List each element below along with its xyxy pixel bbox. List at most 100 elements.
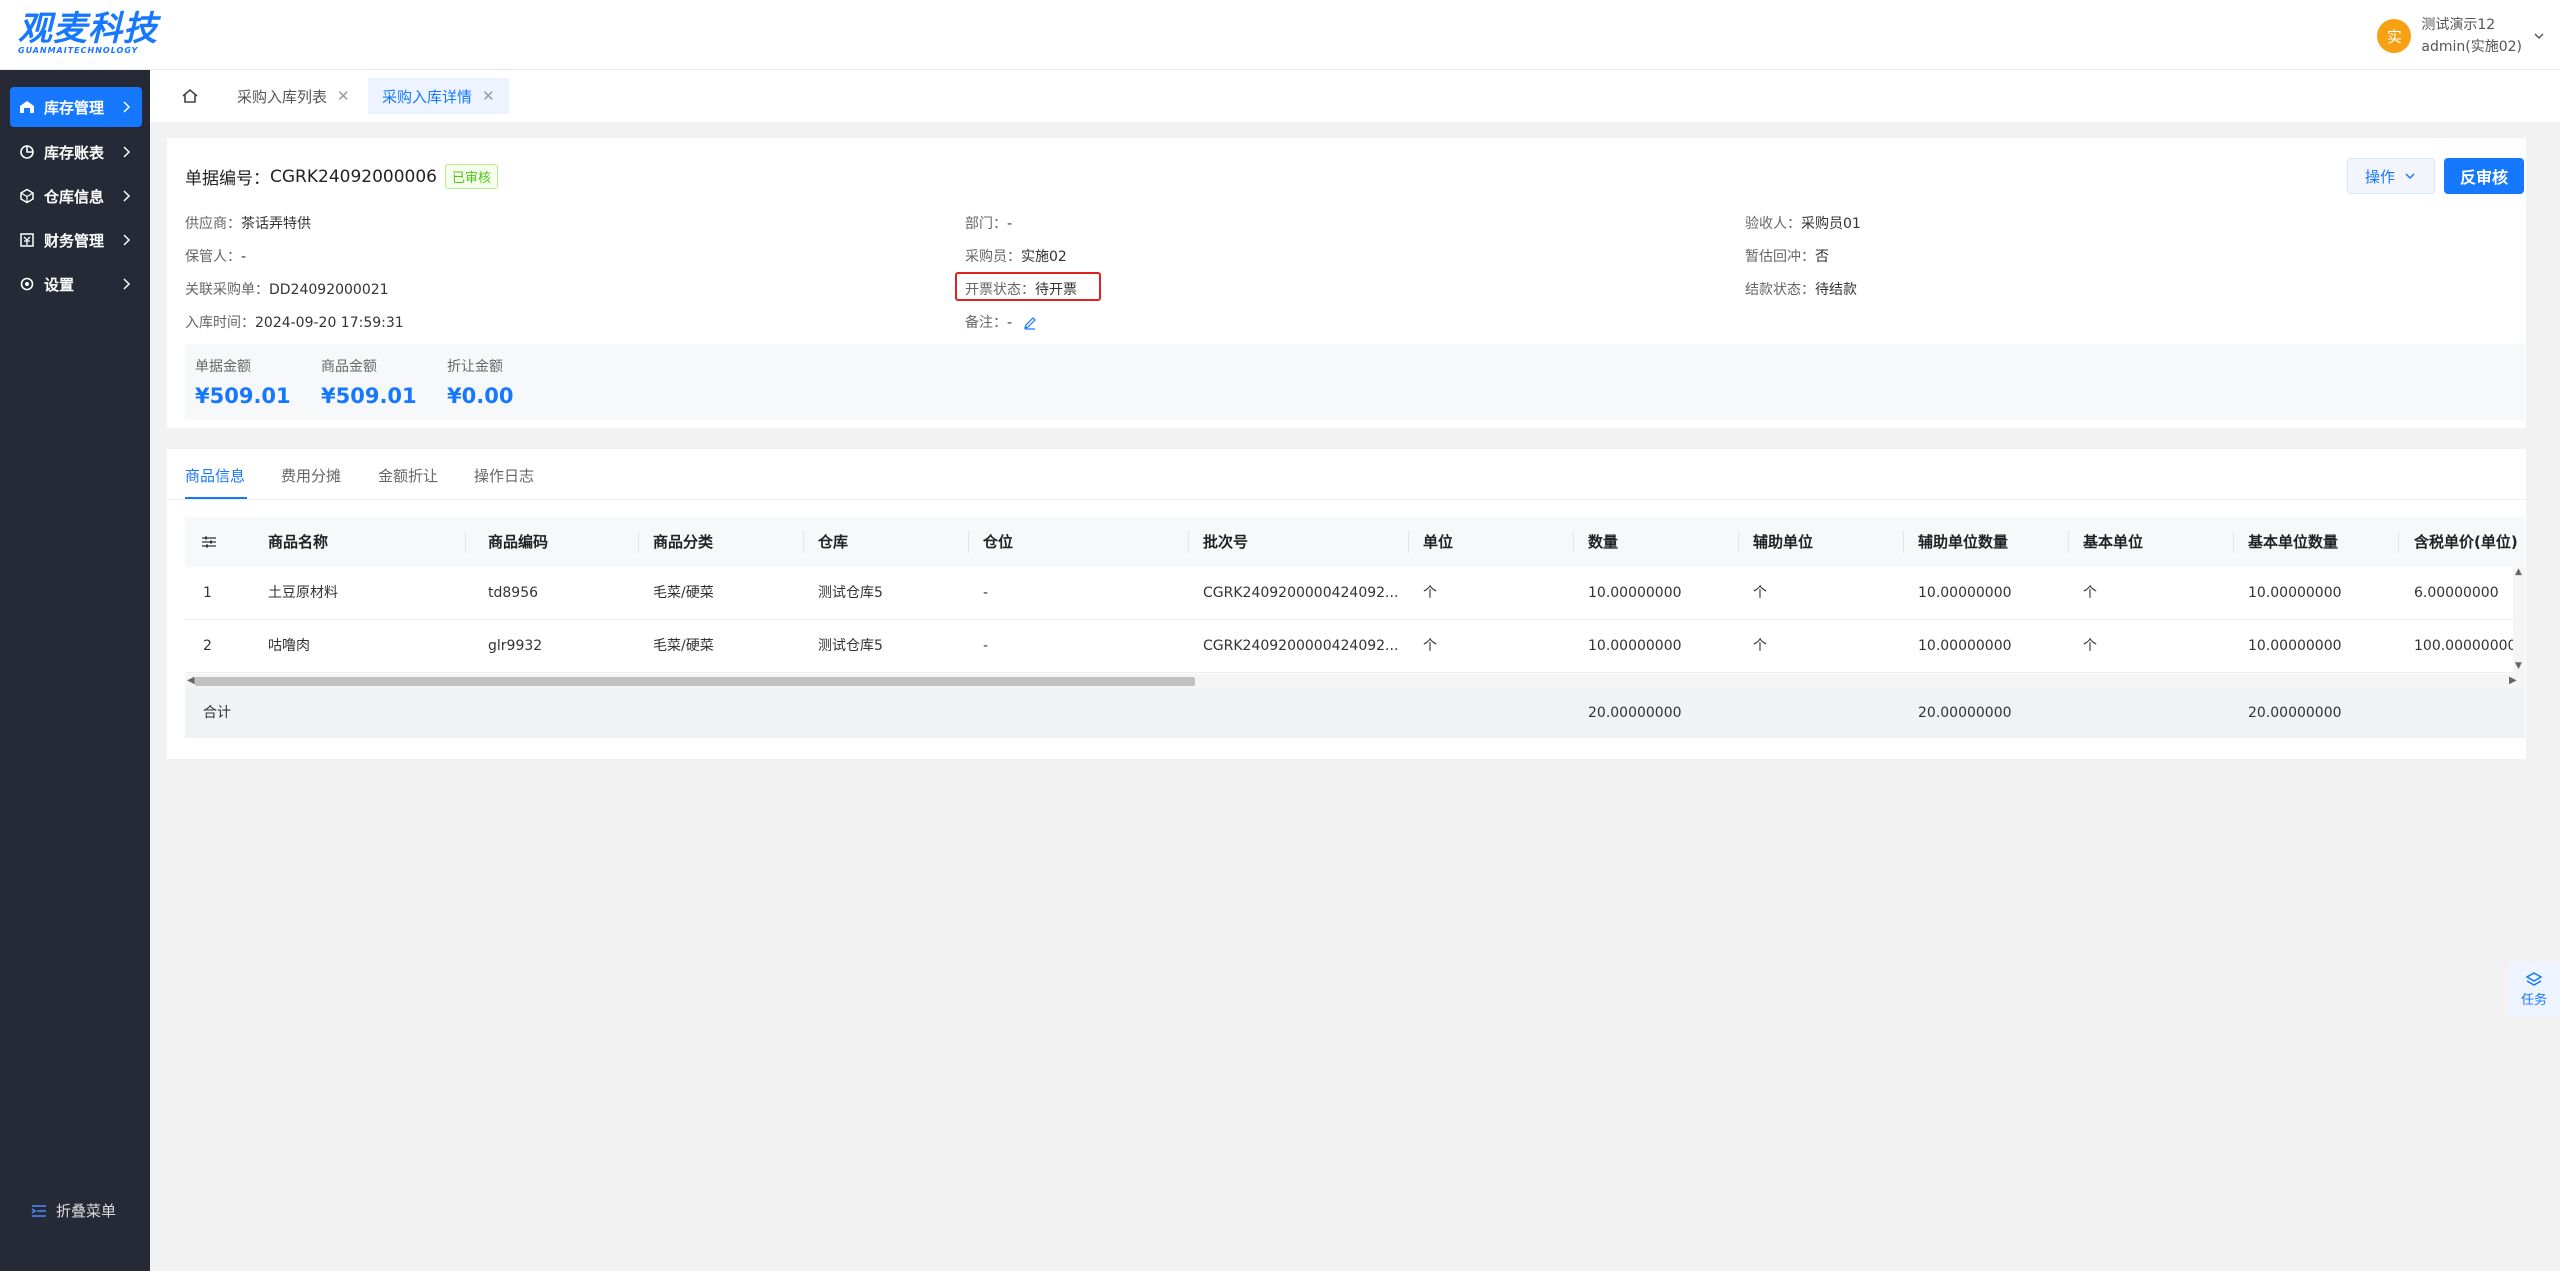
tab-amount-discount[interactable]: 金额折让 (378, 465, 438, 486)
layers-icon (2525, 971, 2543, 986)
chevron-right-icon (123, 234, 131, 246)
task-label: 任务 (2520, 992, 2547, 1008)
col-base-qty: 基本单位数量 (2248, 533, 2339, 551)
document-detail-card: 单据编号： CGRK24092000006 已审核 操作 反审核 供应商：茶话弄… (167, 138, 2526, 428)
column-settings-icon[interactable] (201, 534, 217, 550)
cube-icon (18, 187, 36, 205)
summary-label: 合计 (203, 705, 231, 721)
task-float-button[interactable]: 任务 (2508, 962, 2560, 1016)
home-icon (182, 88, 198, 103)
amount-goods: 商品金额 ¥509.01 (321, 359, 417, 408)
field-inbound-time: 入库时间：2024-09-20 17:59:31 (185, 315, 404, 331)
sidebar-item-warehouse-info[interactable]: 仓库信息 (10, 176, 142, 216)
col-name: 商品名称 (268, 533, 329, 551)
sidebar-item-settings[interactable]: 设置 (10, 264, 142, 304)
table-summary-row: 合计 20.00000000 20.00000000 20.00000000 (185, 688, 2525, 738)
active-tab-indicator (185, 497, 247, 499)
field-linked-po: 关联采购单：DD24092000021 (185, 282, 389, 298)
pie-chart-icon (18, 143, 36, 161)
edit-icon[interactable] (1023, 316, 1037, 330)
field-receiver: 验收人：采购员01 (1745, 216, 1861, 232)
doc-no-value: CGRK24092000006 (270, 166, 437, 187)
menu-fold-icon (31, 1204, 46, 1217)
tab-purchase-detail[interactable]: 采购入库详情 ✕ (368, 78, 509, 114)
amount-document: 单据金额 ¥509.01 (195, 359, 291, 408)
sidebar-item-label: 设置 (44, 275, 75, 294)
page-title: 单据编号： CGRK24092000006 已审核 (185, 164, 498, 189)
sidebar-item-ledger[interactable]: 库存账表 (10, 132, 142, 172)
col-qty: 数量 (1588, 533, 1619, 551)
collapse-menu-button[interactable]: 折叠菜单 (30, 1200, 116, 1221)
chevron-down-icon (2405, 173, 2415, 180)
col-aux-qty: 辅助单位数量 (1918, 533, 2009, 551)
chevron-down-icon[interactable] (2532, 29, 2546, 43)
summary-aux-qty: 20.00000000 (1918, 705, 2012, 721)
page-tab-bar: 采购入库列表 ✕ 采购入库详情 ✕ (150, 70, 2560, 122)
field-supplier: 供应商：茶话弄特供 (185, 216, 311, 232)
sidebar-item-label: 财务管理 (44, 231, 105, 250)
items-card: 商品信息 费用分摊 金额折让 操作日志 商品名称 商品编码 商品分类 仓库 仓位… (167, 449, 2526, 759)
summary-qty: 20.00000000 (1588, 705, 1682, 721)
chevron-right-icon (123, 190, 131, 202)
field-department: 部门：- (965, 216, 1013, 232)
status-badge: 已审核 (444, 164, 498, 189)
sidebar-item-finance[interactable]: 财务管理 (10, 220, 142, 260)
sidebar: 库存管理 库存账表 仓库信息 财务管理 设置 折叠菜单 (0, 70, 150, 1271)
field-estimate-reversal: 暂估回冲：否 (1745, 249, 1829, 265)
scrollbar-thumb[interactable] (195, 677, 1195, 686)
table-row[interactable]: 1 土豆原材料 td8956 毛菜/硬菜 测试仓库5 - CGRK2409200… (185, 567, 2525, 620)
col-tax-price: 含税单价(单位) (2414, 533, 2518, 551)
close-icon[interactable]: ✕ (337, 87, 350, 105)
sidebar-item-label: 库存管理 (44, 98, 105, 117)
field-settlement-status: 结款状态：待结款 (1745, 282, 1857, 298)
doc-no-label: 单据编号： (185, 169, 270, 189)
company-logo[interactable]: 观麦科技 GUANMAITECHNOLOGY (18, 10, 168, 60)
chevron-right-icon (123, 146, 131, 158)
col-aux-unit: 辅助单位 (1753, 533, 1814, 551)
sidebar-item-inventory[interactable]: 库存管理 (10, 87, 142, 127)
tab-label: 采购入库详情 (382, 87, 473, 106)
col-unit: 单位 (1423, 533, 1454, 551)
top-header: 观麦科技 GUANMAITECHNOLOGY 实 测试演示12 admin(实施… (0, 0, 2560, 70)
col-code: 商品编码 (488, 533, 549, 551)
warehouse-icon (18, 98, 36, 116)
tab-operation-log[interactable]: 操作日志 (474, 465, 534, 486)
logo-text: 观麦科技 (18, 9, 158, 49)
home-tab[interactable] (174, 80, 206, 112)
amount-discount: 折让金额 ¥0.00 (447, 359, 514, 408)
chevron-right-icon (123, 101, 131, 113)
col-location: 仓位 (983, 533, 1014, 551)
user-menu[interactable]: 实 测试演示12 admin(实施02) (2377, 14, 2546, 58)
amount-summary: 单据金额 ¥509.01 商品金额 ¥509.01 折让金额 ¥0.00 (185, 344, 2525, 420)
vertical-scrollbar[interactable]: ▲ ▼ (2513, 567, 2525, 674)
col-warehouse: 仓库 (818, 533, 849, 551)
close-icon[interactable]: ✕ (482, 87, 495, 105)
field-invoice-status: 开票状态：待开票 (965, 282, 1077, 298)
summary-base-qty: 20.00000000 (2248, 705, 2342, 721)
finance-icon (18, 231, 36, 249)
sidebar-item-label: 库存账表 (44, 143, 105, 162)
col-base-unit: 基本单位 (2083, 533, 2144, 551)
reverse-audit-button[interactable]: 反审核 (2444, 158, 2524, 194)
table-row[interactable]: 2 咕噜肉 glr9932 毛菜/硬菜 测试仓库5 - CGRK24092000… (185, 620, 2525, 673)
sidebar-item-label: 仓库信息 (44, 187, 105, 206)
col-category: 商品分类 (653, 533, 714, 551)
tab-cost-allocation[interactable]: 费用分摊 (281, 465, 341, 486)
field-remark: 备注：- (965, 312, 1037, 332)
user-account: admin(实施02) (2421, 39, 2522, 55)
operation-label: 操作 (2364, 167, 2395, 186)
tab-label: 采购入库列表 (237, 87, 328, 106)
collapse-menu-label: 折叠菜单 (56, 1202, 117, 1220)
field-buyer: 采购员：实施02 (965, 249, 1067, 265)
col-batch: 批次号 (1203, 533, 1249, 551)
gear-icon (18, 275, 36, 293)
avatar: 实 (2377, 19, 2412, 53)
field-keeper: 保管人：- (185, 249, 247, 265)
user-name: 测试演示12 (2421, 17, 2496, 33)
operation-dropdown-button[interactable]: 操作 (2347, 158, 2435, 194)
chevron-right-icon (123, 278, 131, 290)
horizontal-scrollbar[interactable]: ◀ ▶ (185, 674, 2525, 688)
tab-purchase-list[interactable]: 采购入库列表 ✕ (223, 78, 364, 114)
tab-goods-info[interactable]: 商品信息 (185, 465, 245, 486)
table-header: 商品名称 商品编码 商品分类 仓库 仓位 批次号 单位 数量 辅助单位 辅助单位… (185, 517, 2525, 567)
